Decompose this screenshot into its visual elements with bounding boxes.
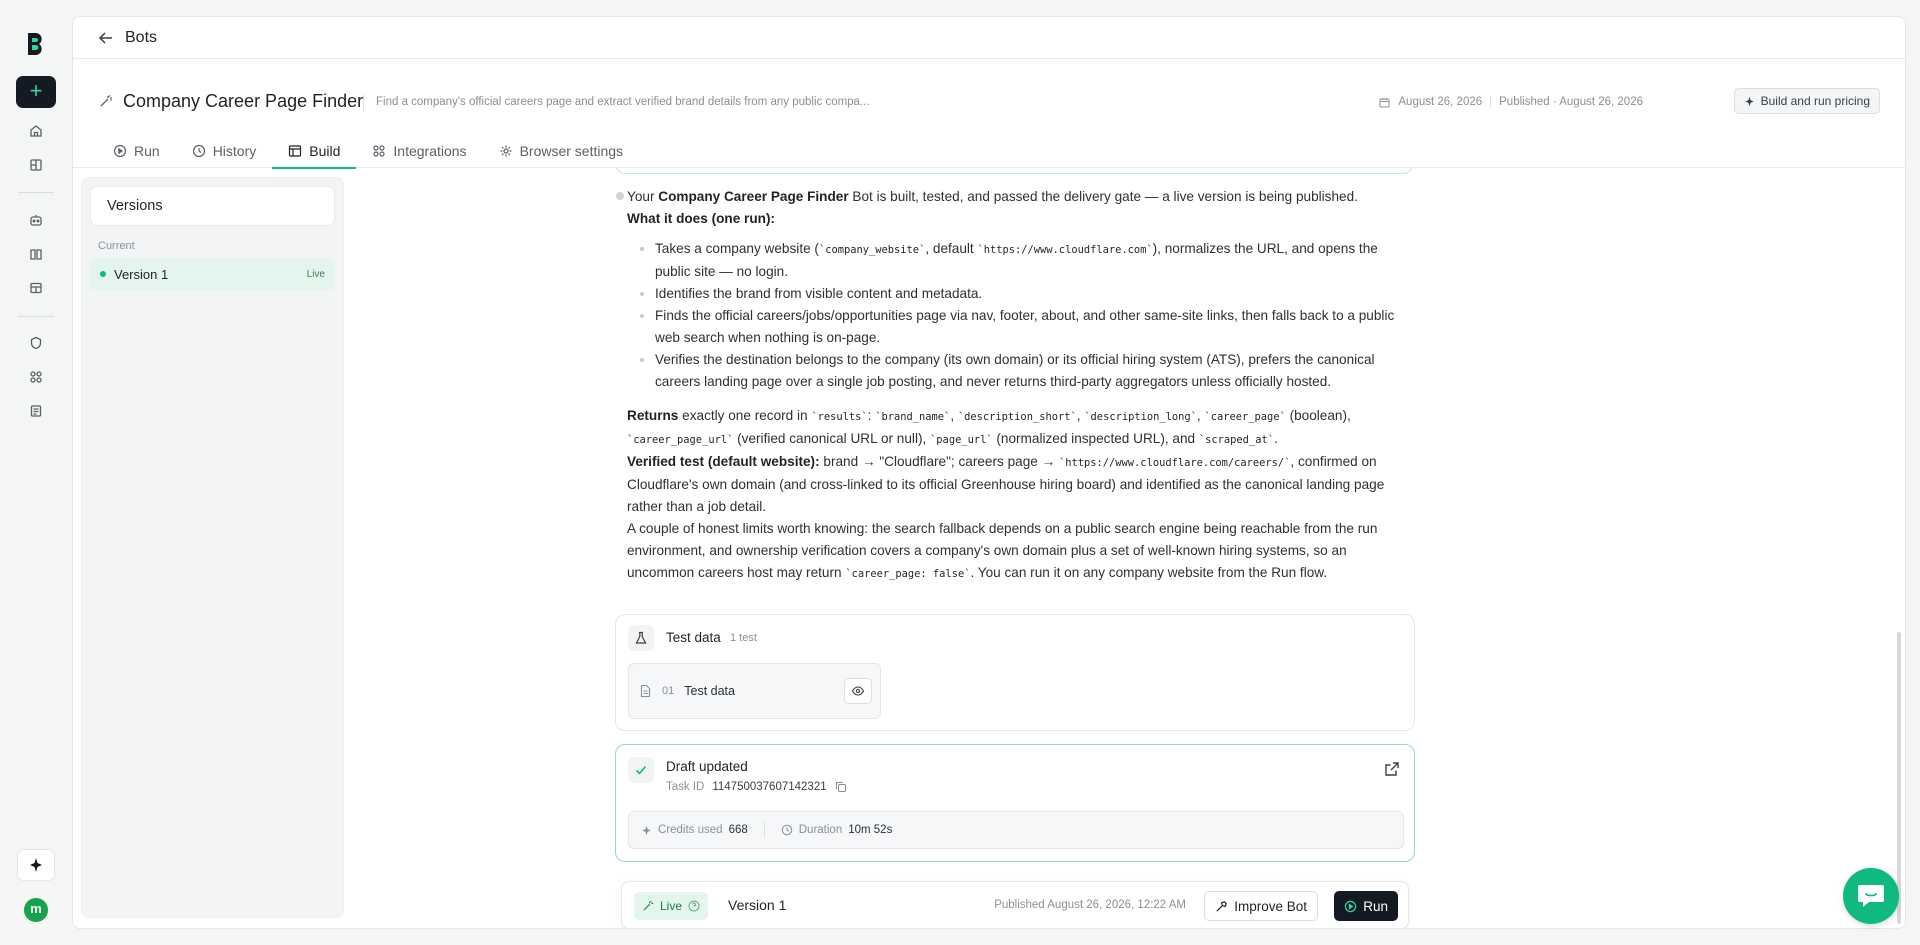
assistant-message: Your Company Career Page Finder Bot is b… (616, 186, 1415, 585)
support-chat-button[interactable] (1843, 868, 1899, 924)
tab-bar: Run History Build Integrations Browser s… (97, 134, 639, 169)
test-data-title: Test data (666, 630, 721, 645)
tab-browser-settings[interactable]: Browser settings (483, 134, 639, 168)
versions-sidebar: Versions Current Version 1 Live (81, 177, 344, 918)
table-icon[interactable] (27, 279, 45, 297)
test-data-card: Test data 1 test 01 Test data (615, 614, 1415, 731)
scrollbar[interactable] (1897, 632, 1901, 924)
live-version-label: Version 1 (728, 897, 787, 913)
sparkle-icon (30, 858, 42, 872)
clock-icon (781, 824, 792, 836)
pricing-button[interactable]: Build and run pricing (1733, 88, 1880, 114)
left-rail: + m (0, 0, 72, 945)
tab-run[interactable]: Run (97, 134, 176, 168)
play-circle-icon (1345, 900, 1357, 912)
run-button[interactable]: Run (1334, 891, 1398, 921)
logs-icon[interactable] (27, 402, 45, 420)
view-button[interactable] (844, 678, 872, 704)
library-icon[interactable] (27, 245, 45, 263)
home-icon[interactable] (27, 122, 45, 140)
improve-bot-button[interactable]: Improve Bot (1204, 891, 1318, 921)
section-heading: What it does (one run): (627, 211, 776, 226)
list-item: Takes a company website (`company_websit… (640, 238, 1415, 283)
list-item: Identifies the brand from visible conten… (640, 283, 1415, 305)
bot-description: Find a company's official careers page a… (376, 96, 870, 108)
feature-list: Takes a company website (`company_websit… (627, 238, 1415, 393)
copy-icon[interactable] (835, 781, 847, 793)
eye-icon (851, 686, 865, 696)
bot-name: Company Career Page Finder (123, 91, 364, 111)
live-badge: Live (306, 268, 325, 280)
new-bot-button[interactable]: + (16, 76, 56, 108)
tab-integrations[interactable]: Integrations (356, 134, 482, 168)
published-date: Published · August 26, 2026 (1499, 96, 1643, 108)
sparkle-icon (642, 825, 651, 835)
avatar[interactable]: m (24, 898, 48, 922)
hammer-icon (1216, 900, 1228, 912)
apps-icon[interactable] (27, 368, 45, 386)
clock-icon (192, 144, 205, 158)
run-stats: Credits used 668 Duration 10m 52s (628, 811, 1404, 849)
bot-meta: August 26, 2026 Published · August 26, 2… (1379, 96, 1643, 108)
list-item: Verifies the destination belongs to the … (640, 349, 1415, 393)
main-panel: Bots Company Career Page Finder Find a c… (72, 16, 1906, 929)
play-circle-icon (113, 144, 127, 158)
app-logo[interactable] (22, 30, 48, 56)
current-label: Current (98, 240, 135, 252)
versions-title: Versions (90, 186, 335, 226)
wand-icon (100, 95, 112, 107)
list-item: Finds the official careers/jobs/opportun… (640, 305, 1415, 349)
sparkle-icon (1744, 96, 1754, 106)
chat-bubble-icon (1858, 885, 1884, 907)
help-icon (688, 900, 700, 912)
bot-icon[interactable] (27, 211, 45, 229)
page-title: Bots (125, 28, 158, 46)
dashboard-icon[interactable] (27, 156, 45, 174)
build-chat: Your Company Career Page Finder Bot is b… (615, 168, 1415, 928)
live-dot (100, 271, 106, 277)
build-icon (289, 145, 302, 157)
task-id: Task ID 114750037607142321 (666, 781, 847, 793)
test-count: 1 test (730, 632, 757, 644)
tab-build[interactable]: Build (272, 134, 357, 169)
live-status-badge[interactable]: Live (634, 892, 709, 920)
draft-title: Draft updated (666, 759, 748, 774)
top-bar: Bots (73, 17, 1905, 59)
integrations-icon (373, 145, 385, 157)
tab-history[interactable]: History (176, 134, 273, 168)
check-icon (628, 757, 654, 783)
published-timestamp: Published August 26, 2026, 12:22 AM (994, 899, 1186, 911)
test-data-item[interactable]: 01 Test data (628, 663, 881, 719)
created-date: August 26, 2026 (1398, 96, 1483, 108)
back-arrow-icon[interactable] (97, 29, 115, 47)
version-item[interactable]: Version 1 Live (90, 258, 335, 290)
draft-updated-card: Draft updated Task ID 114750037607142321… (615, 744, 1415, 862)
gear-icon (500, 145, 512, 157)
bot-header: Company Career Page Finder Find a compan… (73, 60, 1905, 169)
live-version-bar: Live Version 1 Published August 26, 2026… (621, 881, 1409, 928)
wand-icon (643, 900, 654, 911)
shield-icon[interactable] (27, 334, 45, 352)
flask-icon (628, 625, 654, 651)
external-link-icon[interactable] (1384, 761, 1400, 777)
calendar-icon (1379, 97, 1390, 107)
file-icon (640, 684, 651, 698)
ai-assistant-button[interactable] (17, 849, 55, 881)
